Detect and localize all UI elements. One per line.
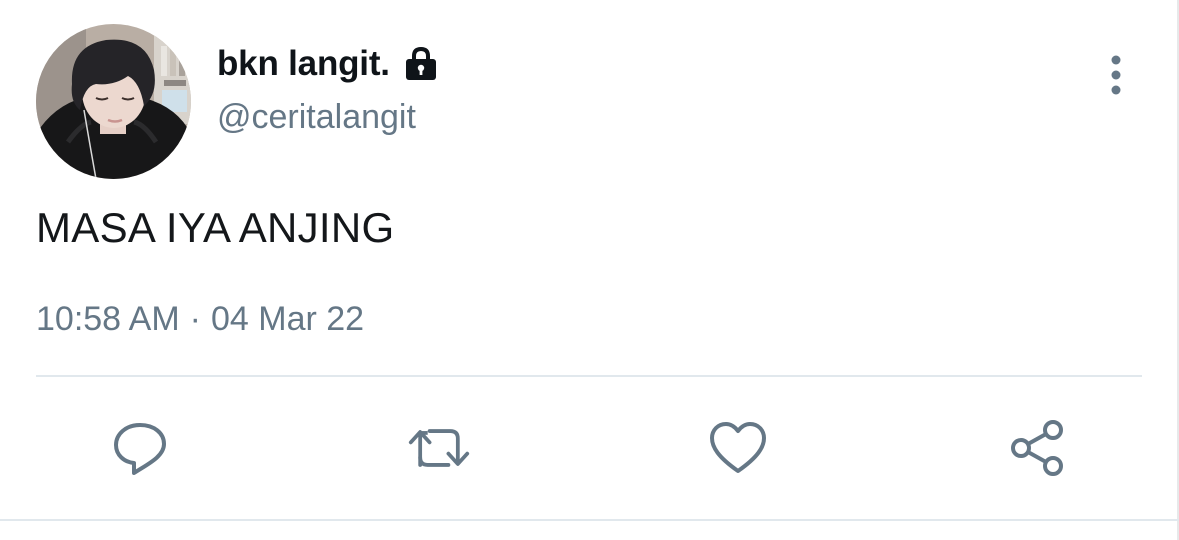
- bottom-divider: [0, 519, 1179, 521]
- tweet-timestamp[interactable]: 10:58 AM · 04 Mar 22: [36, 300, 364, 339]
- tweet-text: MASA IYA ANJING: [36, 204, 395, 251]
- share-icon: [1011, 420, 1063, 476]
- reply-icon: [114, 423, 166, 475]
- tweet-date: 04 Mar 22: [210, 300, 365, 338]
- timestamp-separator: ·: [189, 300, 201, 338]
- more-options-button[interactable]: [1096, 52, 1136, 98]
- avatar[interactable]: [36, 24, 191, 179]
- reply-button[interactable]: [108, 418, 172, 478]
- lock-icon: [404, 46, 438, 82]
- display-name[interactable]: bkn langit.: [217, 44, 390, 84]
- retweet-button[interactable]: [407, 418, 471, 478]
- avatar-photo: [36, 24, 191, 179]
- like-button[interactable]: [706, 418, 770, 478]
- divider: [36, 375, 1142, 377]
- tweet-card: bkn langit. @ceritalangit MASA IYA ANJIN…: [0, 0, 1179, 540]
- more-vertical-icon: [1111, 55, 1121, 95]
- share-button[interactable]: [1005, 418, 1069, 478]
- user-handle[interactable]: @ceritalangit: [217, 98, 416, 137]
- tweet-time: 10:58 AM: [36, 300, 180, 338]
- heart-icon: [710, 422, 766, 473]
- retweet-icon: [408, 429, 470, 467]
- display-name-row: bkn langit.: [217, 40, 438, 88]
